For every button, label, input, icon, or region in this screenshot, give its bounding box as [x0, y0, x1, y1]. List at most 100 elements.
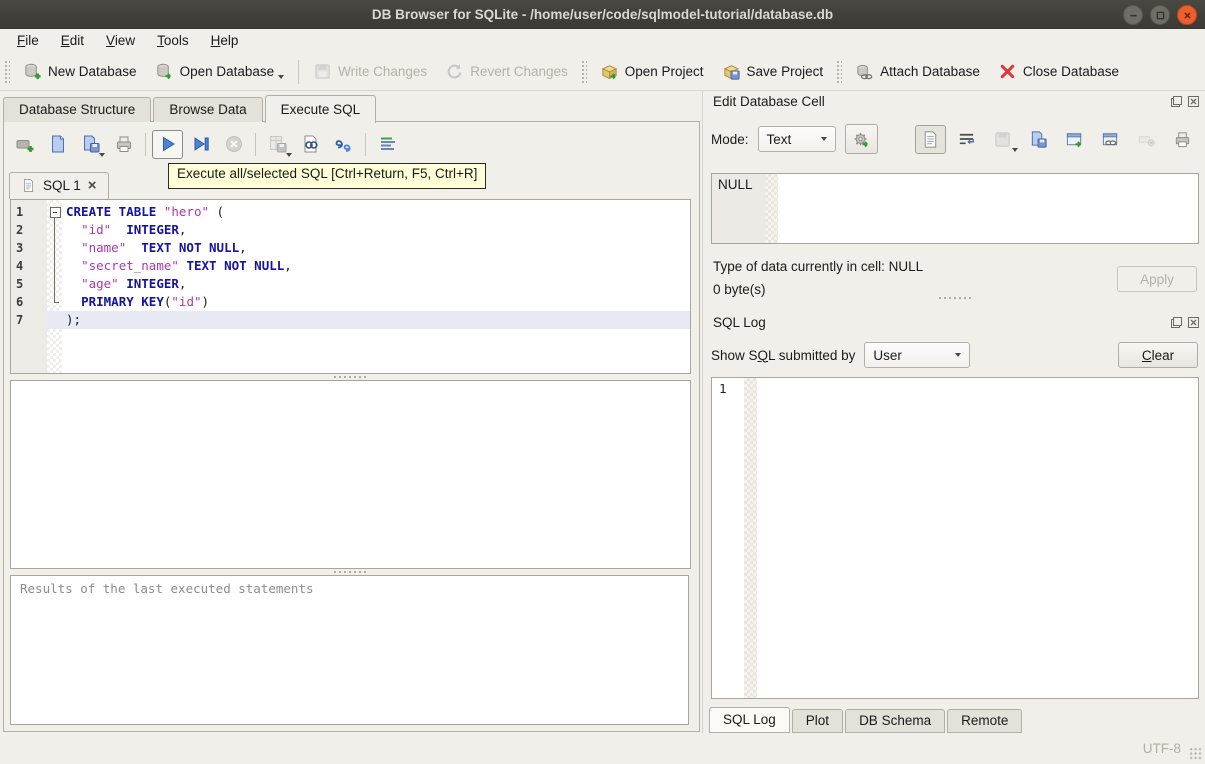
- mode-select[interactable]: Text: [757, 126, 836, 152]
- execute-current-line-button[interactable]: [185, 130, 216, 159]
- save-sql-file-button[interactable]: [75, 130, 106, 159]
- export-data-button[interactable]: [1023, 125, 1054, 154]
- toolbar-separator: [365, 132, 366, 156]
- sql-tab-row: SQL 1 ×: [9, 170, 109, 199]
- execute-all-button[interactable]: [152, 129, 183, 159]
- set-null-button[interactable]: [1131, 125, 1162, 154]
- cell-edit-icons: [915, 124, 1198, 154]
- save-results-button[interactable]: [262, 130, 293, 159]
- fold-collapse-icon[interactable]: [50, 207, 61, 218]
- menu-view[interactable]: View: [95, 31, 146, 51]
- tab-browse-data[interactable]: Browse Data: [153, 97, 263, 122]
- code-line-3[interactable]: "name" TEXT NOT NULL,: [47, 239, 690, 257]
- sql-log-title: SQL Log: [713, 315, 766, 330]
- minimize-button[interactable]: [1123, 5, 1143, 25]
- clear-log-button[interactable]: Clear: [1118, 342, 1198, 368]
- new-database-button[interactable]: New Database: [14, 58, 146, 85]
- close-dock-icon[interactable]: [1187, 316, 1200, 329]
- code-line-2[interactable]: "id" INTEGER,: [47, 221, 690, 239]
- open-project-button[interactable]: Open Project: [591, 58, 713, 85]
- close-button[interactable]: [1177, 5, 1197, 25]
- maximize-button[interactable]: [1150, 5, 1170, 25]
- menu-edit[interactable]: Edit: [50, 31, 95, 51]
- toolbar-separator: [145, 132, 146, 156]
- word-wrap-button[interactable]: [951, 125, 982, 154]
- apply-button[interactable]: Apply: [1117, 266, 1197, 292]
- close-dock-icon[interactable]: [1187, 95, 1200, 108]
- code-line-4[interactable]: "secret_name" TEXT NOT NULL,: [47, 257, 690, 275]
- code-line-1[interactable]: CREATE TABLE "hero" (: [47, 203, 690, 221]
- new-database-icon: [23, 62, 42, 81]
- code-line-6[interactable]: PRIMARY KEY("id"): [47, 293, 690, 311]
- save-project-button[interactable]: Save Project: [713, 58, 833, 85]
- close-tab-icon[interactable]: ×: [88, 178, 97, 193]
- tab-sql-log[interactable]: SQL Log: [709, 707, 790, 733]
- toggle-autocompletion-button[interactable]: [328, 130, 359, 159]
- format-sql-button[interactable]: [372, 130, 403, 159]
- toolbar-separator: [255, 132, 256, 156]
- new-sql-tab-button[interactable]: [9, 130, 40, 159]
- find-replace-button[interactable]: [295, 130, 326, 159]
- copy-link-button[interactable]: [1095, 125, 1126, 154]
- tab-db-schema[interactable]: DB Schema: [845, 709, 946, 733]
- tab-plot[interactable]: Plot: [791, 709, 844, 733]
- line-number-gutter: 1 2 3 4 5 6 7: [11, 200, 47, 373]
- import-data-button[interactable]: [987, 125, 1018, 154]
- code-line-5[interactable]: "age" INTEGER,: [47, 275, 690, 293]
- toolbar-handle[interactable]: [836, 59, 843, 84]
- dock-splitter[interactable]: [703, 296, 1205, 300]
- text-mode-button[interactable]: [915, 124, 946, 154]
- tab-database-structure[interactable]: Database Structure: [3, 97, 152, 122]
- toolbar-button-label: Attach Database: [880, 64, 980, 79]
- float-dock-icon[interactable]: [1170, 95, 1183, 108]
- print-sql-button[interactable]: [108, 130, 139, 159]
- chevron-down-icon[interactable]: [1012, 147, 1018, 152]
- submitted-by-select[interactable]: User: [864, 342, 971, 368]
- write-changes-button[interactable]: Write Changes: [304, 58, 436, 85]
- sql-editor[interactable]: 1 2 3 4 5 6 7 CREATE TABLE "hero" ( "id" INTEG…: [10, 199, 691, 374]
- bottom-tab-bar: SQL Log Plot DB Schema Remote: [709, 707, 1024, 733]
- open-sql-file-button[interactable]: [42, 130, 73, 159]
- auto-apply-button[interactable]: [844, 124, 878, 154]
- stop-execution-button[interactable]: [218, 130, 249, 159]
- line-number: 4: [16, 259, 24, 273]
- menu-tools[interactable]: Tools: [146, 31, 200, 51]
- open-database-button[interactable]: Open Database: [146, 58, 294, 85]
- window-title: DB Browser for SQLite - /home/user/code/…: [371, 7, 834, 22]
- edit-cell-dock-buttons: [1170, 95, 1200, 108]
- tab-execute-sql[interactable]: Execute SQL: [264, 95, 377, 123]
- menu-file[interactable]: File: [6, 31, 50, 51]
- results-grid[interactable]: [10, 380, 691, 569]
- fold-line: [54, 217, 55, 302]
- attach-database-button[interactable]: Attach Database: [846, 58, 989, 85]
- print-cell-button[interactable]: [1167, 125, 1198, 154]
- close-database-button[interactable]: Close Database: [989, 58, 1128, 85]
- line-number: 3: [16, 241, 24, 255]
- encoding-indicator[interactable]: UTF-8: [1143, 741, 1181, 756]
- toolbar-button-label: Open Project: [624, 64, 704, 79]
- sql-log-view[interactable]: 1: [711, 377, 1199, 699]
- open-project-icon: [600, 62, 619, 81]
- toolbar-button-label: Close Database: [1022, 64, 1119, 79]
- sql-editor-tab[interactable]: SQL 1 ×: [9, 172, 109, 199]
- code-line-7[interactable]: );: [47, 311, 690, 329]
- toolbar-handle[interactable]: [580, 59, 587, 84]
- revert-changes-icon: [445, 62, 464, 81]
- statusbar: UTF-8: [0, 733, 1205, 764]
- tab-remote[interactable]: Remote: [947, 709, 1023, 733]
- window-controls: [1123, 5, 1197, 25]
- resize-grip[interactable]: [1189, 747, 1202, 760]
- chevron-down-icon[interactable]: [278, 75, 285, 79]
- chevron-down-icon[interactable]: [99, 152, 105, 157]
- cell-size-label: 0 byte(s): [713, 282, 766, 297]
- cell-type-label: Type of data currently in cell: NULL: [713, 259, 924, 274]
- float-dock-icon[interactable]: [1170, 316, 1183, 329]
- open-in-external-button[interactable]: [1059, 125, 1090, 154]
- titlebar[interactable]: DB Browser for SQLite - /home/user/code/…: [0, 0, 1205, 30]
- toolbar-button-label: New Database: [48, 64, 137, 79]
- chevron-down-icon[interactable]: [286, 152, 292, 157]
- revert-changes-button[interactable]: Revert Changes: [436, 58, 577, 85]
- toolbar-handle[interactable]: [4, 59, 10, 84]
- menu-help[interactable]: Help: [200, 31, 250, 51]
- cell-value-editor[interactable]: NULL: [711, 173, 1199, 244]
